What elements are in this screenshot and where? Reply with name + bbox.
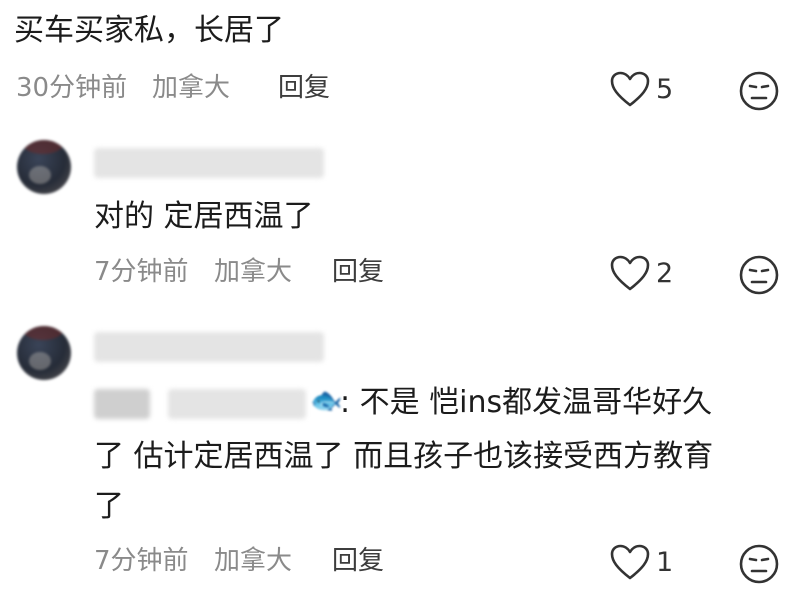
heart-icon xyxy=(610,71,650,107)
comment-text-line: : 不是 恺ins都发温哥华好久 xyxy=(340,385,713,420)
avatar[interactable] xyxy=(17,140,71,194)
comment-location: 加拿大 xyxy=(214,546,293,576)
comment-text: 买车买家私，长居了 xyxy=(14,13,284,48)
comment-time: 7分钟前 xyxy=(94,257,189,287)
heart-icon xyxy=(610,255,650,291)
neutral-face-icon xyxy=(739,71,779,111)
fish-emoji-icon: 🐟 xyxy=(310,386,343,416)
comment-location: 加拿大 xyxy=(152,73,231,103)
comment-time: 7分钟前 xyxy=(94,546,189,576)
reply-button[interactable]: 回复 xyxy=(332,256,384,288)
username-blurred[interactable] xyxy=(94,332,324,362)
like-count: 2 xyxy=(656,258,674,289)
dislike-button[interactable] xyxy=(738,70,780,112)
like-count: 1 xyxy=(656,547,674,578)
comment-text-line: 了 xyxy=(94,489,124,524)
reply-target-blurred[interactable] xyxy=(94,389,150,419)
heart-icon xyxy=(610,544,650,580)
dislike-button[interactable] xyxy=(738,543,780,585)
reply-button[interactable]: 回复 xyxy=(278,72,330,104)
neutral-face-icon xyxy=(739,544,779,584)
like-button[interactable] xyxy=(609,70,651,108)
comment-text: 对的 定居西温了 xyxy=(94,199,314,234)
like-button[interactable] xyxy=(609,254,651,292)
like-count: 5 xyxy=(656,74,674,105)
like-button[interactable] xyxy=(609,543,651,581)
comment-location: 加拿大 xyxy=(214,257,293,287)
neutral-face-icon xyxy=(739,255,779,295)
reply-button[interactable]: 回复 xyxy=(332,545,384,577)
comment-text-line: 了 估计定居西温了 而且孩子也该接受西方教育 xyxy=(94,439,714,474)
dislike-button[interactable] xyxy=(738,254,780,296)
reply-target-name-blurred[interactable] xyxy=(168,389,306,419)
username-blurred[interactable] xyxy=(94,148,324,178)
avatar[interactable] xyxy=(17,326,71,380)
comment-time: 30分钟前 xyxy=(16,73,128,103)
